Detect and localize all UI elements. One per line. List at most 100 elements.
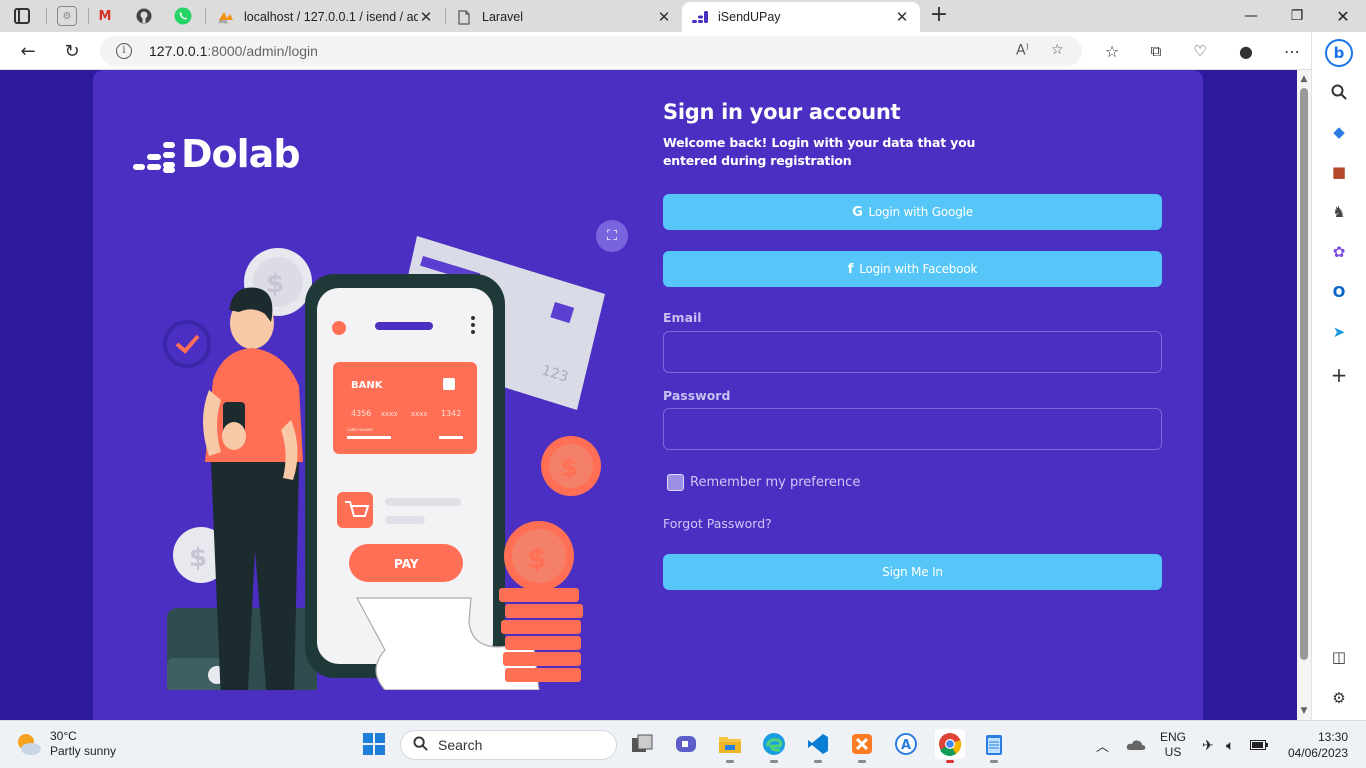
microsoft-365-icon[interactable]: ✿ <box>1329 242 1349 262</box>
weather-widget[interactable]: 30°C Partly sunny <box>14 729 116 759</box>
page-scrollbar[interactable]: ▲ ▼ <box>1297 70 1311 720</box>
app-installer-icon[interactable]: A <box>891 729 921 759</box>
new-tab-icon[interactable]: + <box>928 4 950 26</box>
running-indicator <box>726 760 734 763</box>
restore-icon[interactable]: ❐ <box>1274 0 1320 32</box>
outlook-icon[interactable]: O <box>1329 282 1349 302</box>
forgot-password-link[interactable]: Forgot Password? <box>663 516 772 531</box>
svg-text:$: $ <box>266 269 284 299</box>
show-hidden-icons[interactable]: ︿ <box>1096 721 1109 768</box>
pay-label: PAY <box>394 557 419 571</box>
back-icon[interactable]: ← <box>14 37 42 65</box>
refresh-icon[interactable]: ↻ <box>58 37 86 65</box>
vscode-icon[interactable] <box>803 729 833 763</box>
chatgpt-icon[interactable]: ⚙ <box>57 6 77 26</box>
search-icon[interactable] <box>1329 82 1349 102</box>
address-bar[interactable]: i 127.0.0.1:8000/admin/login A) ☆ <box>100 36 1082 66</box>
email-label: Email <box>663 310 702 325</box>
google-login-button[interactable]: G Login with Google <box>663 194 1162 230</box>
google-icon: G <box>852 204 863 220</box>
sign-in-button[interactable]: Sign Me In <box>663 554 1162 590</box>
notepad-icon[interactable] <box>979 729 1009 763</box>
volume-icon[interactable]: 🔈︎ <box>1226 721 1234 768</box>
close-icon[interactable]: ✕ <box>418 8 434 26</box>
running-indicator <box>814 760 822 763</box>
tab-separator <box>205 8 206 24</box>
svg-text:$: $ <box>527 542 546 575</box>
profile-icon[interactable]: ● <box>1232 37 1260 65</box>
minimize-icon[interactable]: — <box>1228 0 1274 32</box>
facebook-login-label: Login with Facebook <box>859 262 978 276</box>
add-icon[interactable]: + <box>1329 363 1349 387</box>
file-explorer-icon[interactable] <box>715 729 745 763</box>
svg-text:$: $ <box>561 454 578 482</box>
browser-essentials-icon[interactable]: ♡ <box>1186 37 1214 65</box>
coin-stack-image: $ <box>499 521 583 682</box>
favorites-icon[interactable]: ☆ <box>1098 37 1126 65</box>
shopping-icon[interactable]: ◆ <box>1329 122 1349 142</box>
partly-sunny-icon <box>14 730 42 758</box>
chrome-icon[interactable] <box>935 729 965 763</box>
edge-sidebar: b ◆ ■ ♞ ✿ O ➤ + ◫ ⚙ <box>1311 32 1366 720</box>
site-info-icon[interactable]: i <box>116 43 132 59</box>
xampp-icon[interactable] <box>847 729 877 763</box>
teams-chat-icon[interactable] <box>671 729 701 759</box>
lang-top: ENG <box>1160 730 1187 744</box>
welcome-text: Welcome back! Login with your data that … <box>663 135 976 168</box>
games-icon[interactable]: ♞ <box>1329 202 1349 222</box>
tab-title: iSendUPay <box>718 10 781 24</box>
password-label: Password <box>663 388 731 403</box>
battery-icon[interactable] <box>1250 721 1268 768</box>
running-indicator <box>858 760 866 763</box>
scroll-thumb[interactable] <box>1300 88 1308 660</box>
sign-in-label: Sign Me In <box>882 565 943 579</box>
url-host: 127.0.0.1 <box>149 43 208 59</box>
card-holder-label: CARD HOLDER <box>347 428 373 432</box>
lang-bottom: US <box>1164 745 1182 759</box>
start-icon[interactable] <box>359 729 389 759</box>
system-clock[interactable]: 13:30 04/06/2023 <box>1282 729 1348 761</box>
login-card: Dolab ⛶ 123 $ $ BANK 4356 xxxx xxxx 1342… <box>93 70 1203 720</box>
weather-desc: Partly sunny <box>50 744 117 758</box>
url-path: :8000/admin/login <box>207 43 318 59</box>
card-number-3: xxxx <box>411 410 428 418</box>
email-field[interactable] <box>663 331 1162 373</box>
task-view-icon[interactable] <box>627 729 657 759</box>
tab-actions-icon[interactable] <box>14 8 30 24</box>
tools-icon[interactable]: ■ <box>1329 162 1349 182</box>
bank-label: BANK <box>351 380 384 391</box>
whatsapp-icon[interactable] <box>173 6 193 26</box>
dolab-logo-icon <box>133 136 175 173</box>
close-icon[interactable]: ✕ <box>894 8 910 26</box>
tab-title: Laravel <box>482 10 523 24</box>
tab-laravel[interactable]: Laravel ✕ <box>446 2 682 32</box>
tab-isendupay[interactable]: iSendUPay ✕ <box>682 2 920 32</box>
bing-chat-icon[interactable]: b <box>1325 39 1353 67</box>
airplane-icon[interactable]: ✈ <box>1202 721 1214 768</box>
facebook-login-button[interactable]: f Login with Facebook <box>663 251 1162 287</box>
brand-logo: Dolab <box>133 132 301 176</box>
scroll-up-icon[interactable]: ▲ <box>1299 74 1309 84</box>
tab-phpmyadmin[interactable]: PMA localhost / 127.0.0.1 / isend / adr … <box>208 2 444 32</box>
password-field[interactable] <box>663 408 1162 450</box>
add-favorite-icon[interactable]: ☆ <box>1051 42 1064 58</box>
more-icon[interactable]: ⋯ <box>1278 37 1306 65</box>
github-icon[interactable] <box>134 6 154 26</box>
close-icon[interactable]: ✕ <box>656 8 672 26</box>
facebook-icon: f <box>847 261 854 277</box>
close-window-icon[interactable]: ✕ <box>1320 0 1366 32</box>
settings-gear-icon[interactable]: ⚙ <box>1329 688 1349 708</box>
read-aloud-icon[interactable]: A) <box>1016 42 1029 59</box>
remember-checkbox[interactable] <box>667 474 684 491</box>
language-indicator[interactable]: ENG US <box>1160 721 1186 768</box>
login-form: Sign in your account Welcome back! Login… <box>663 100 1162 590</box>
search-placeholder: Search <box>438 737 483 753</box>
drop-icon[interactable]: ➤ <box>1329 322 1349 342</box>
onedrive-icon[interactable] <box>1126 721 1146 768</box>
gmail-icon[interactable]: M <box>95 6 115 26</box>
scroll-down-icon[interactable]: ▼ <box>1299 706 1309 716</box>
collections-icon[interactable]: ⧉ <box>1142 37 1170 65</box>
edge-icon[interactable] <box>759 729 789 763</box>
taskbar-search[interactable]: Search <box>400 730 617 760</box>
hide-sidebar-icon[interactable]: ◫ <box>1329 647 1349 667</box>
